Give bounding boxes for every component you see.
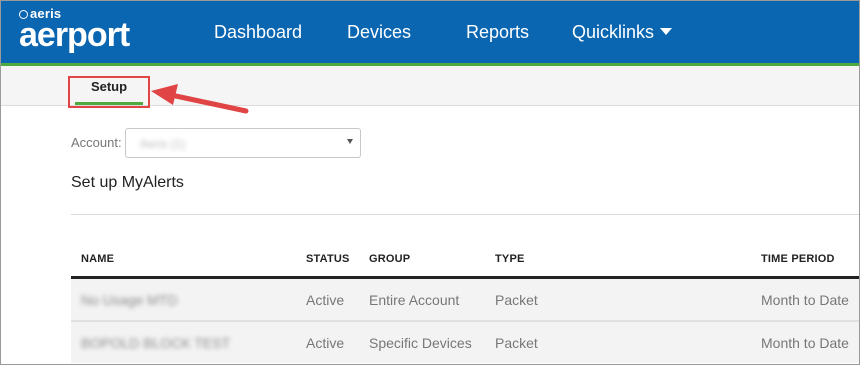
nav-quicklinks[interactable]: Quicklinks — [572, 22, 673, 42]
cell-type: Packet — [495, 335, 538, 351]
account-label: Account: — [71, 135, 122, 150]
top-navigation-bar: aeris aerport Dashboard Devices Reports … — [1, 1, 859, 63]
cell-name[interactable]: BOPOLD BLOCK TEST — [81, 335, 230, 351]
cell-status: Active — [306, 292, 345, 308]
column-header-type[interactable]: TYPE — [495, 253, 525, 265]
cell-group: Specific Devices — [369, 335, 472, 351]
chevron-down-icon — [660, 28, 673, 35]
app-window: aeris aerport Dashboard Devices Reports … — [0, 0, 860, 365]
nav-devices[interactable]: Devices — [347, 22, 411, 42]
account-select-value: Aeris (1) — [140, 137, 186, 151]
cell-group: Entire Account — [369, 292, 460, 308]
column-header-status[interactable]: STATUS — [306, 253, 350, 265]
table-row[interactable]: No Usage MTD Active Entire Account Packe… — [71, 279, 859, 320]
nav-dashboard[interactable]: Dashboard — [214, 22, 302, 42]
cell-time-period: Month to Date — [761, 335, 849, 351]
tab-setup-label: Setup — [90, 79, 128, 94]
table-row[interactable]: BOPOLD BLOCK TEST Active Specific Device… — [71, 322, 859, 363]
nav-quicklinks-label: Quicklinks — [572, 22, 655, 42]
page-title: Set up MyAlerts — [71, 174, 184, 191]
section-divider — [71, 214, 859, 215]
tab-setup[interactable]: Setup — [68, 76, 150, 108]
cell-status: Active — [306, 335, 345, 351]
account-select[interactable]: Aeris (1) — [125, 128, 361, 158]
column-header-time-period[interactable]: TIME PERIOD — [761, 253, 835, 265]
column-header-name[interactable]: NAME — [81, 253, 114, 265]
cell-name[interactable]: No Usage MTD — [81, 292, 177, 308]
nav-reports[interactable]: Reports — [466, 22, 529, 42]
aerport-logo[interactable]: aeris aerport — [19, 7, 130, 54]
cell-time-period: Month to Date — [761, 292, 849, 308]
select-caret-icon — [347, 139, 353, 144]
annotation-arrow-icon — [151, 84, 249, 114]
cell-type: Packet — [495, 292, 538, 308]
column-header-group[interactable]: GROUP — [369, 253, 410, 265]
logo-aerport-wordmark: aerport — [19, 16, 130, 54]
